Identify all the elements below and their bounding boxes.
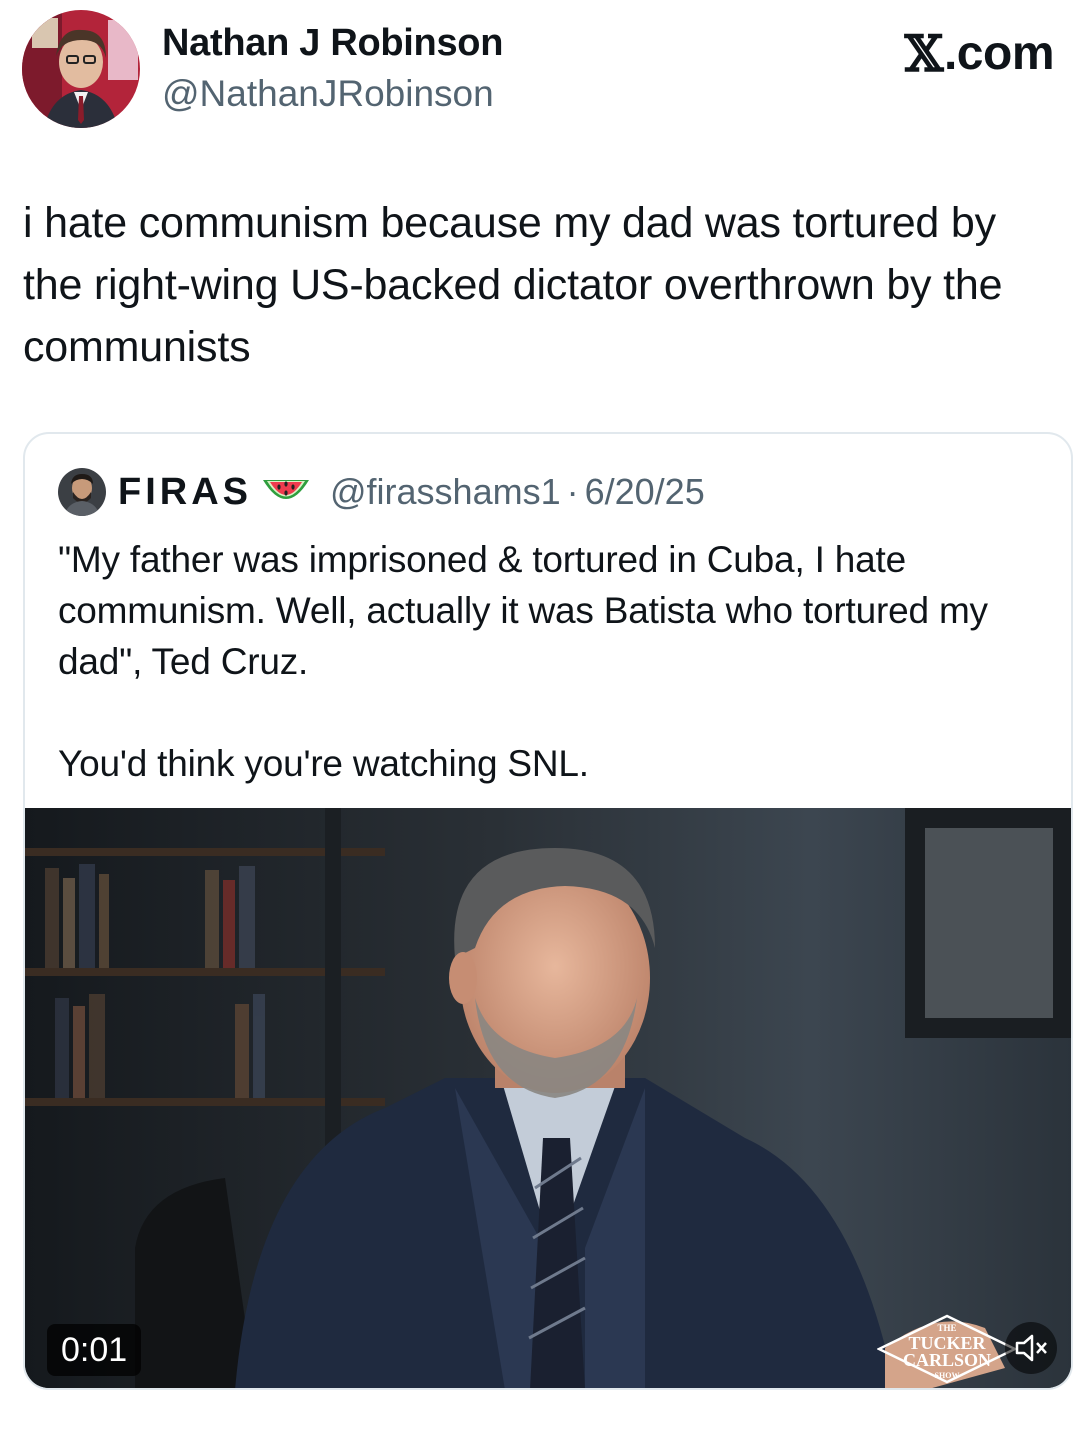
author-avatar[interactable] (22, 10, 140, 128)
quoted-tweet-paragraph: You'd think you're watching SNL. (58, 743, 589, 784)
watermark-line: THE (937, 1323, 957, 1333)
author-handle[interactable]: @NathanJRobinson (162, 73, 494, 115)
author-name[interactable]: Nathan J Robinson (162, 22, 503, 65)
quoted-author-avatar[interactable] (58, 468, 106, 516)
quoted-tweet-card[interactable]: FIRAS @firasshams1 · 6/20/25 "My father … (23, 432, 1073, 1390)
channel-watermark: THE TUCKER CARLSON SHOW (877, 1314, 1017, 1384)
quoted-tweet-date[interactable]: 6/20/25 (585, 471, 705, 513)
tweet-text: i hate communism because my dad was tort… (23, 199, 1003, 371)
header-separator: · (566, 471, 579, 512)
watermark-line: CARLSON (902, 1350, 991, 1370)
mute-button[interactable] (1005, 1322, 1057, 1374)
quoted-tweet-text: "My father was imprisoned & tortured in … (58, 534, 1048, 789)
speaker-muted-icon (1015, 1334, 1047, 1362)
video-timestamp: 0:01 (47, 1324, 142, 1376)
x-logo-icon: 𝕏 (904, 24, 944, 83)
quoted-tweet-header: FIRAS @firasshams1 · 6/20/25 (58, 466, 705, 518)
x-com-logo: 𝕏 .com (904, 24, 1055, 83)
watermelon-icon (263, 480, 309, 499)
quoted-tweet-paragraph: "My father was imprisoned & tortured in … (58, 539, 988, 682)
brand-domain: .com (943, 27, 1055, 80)
video-thumbnail (25, 808, 1071, 1388)
watermark-line: SHOW (934, 1371, 960, 1380)
quoted-author-name[interactable]: FIRAS (118, 471, 252, 514)
quoted-author-handle[interactable]: @firasshams1 (330, 471, 561, 513)
video-player[interactable]: 0:01 THE TUCKER CARLSON SHOW (25, 808, 1071, 1388)
